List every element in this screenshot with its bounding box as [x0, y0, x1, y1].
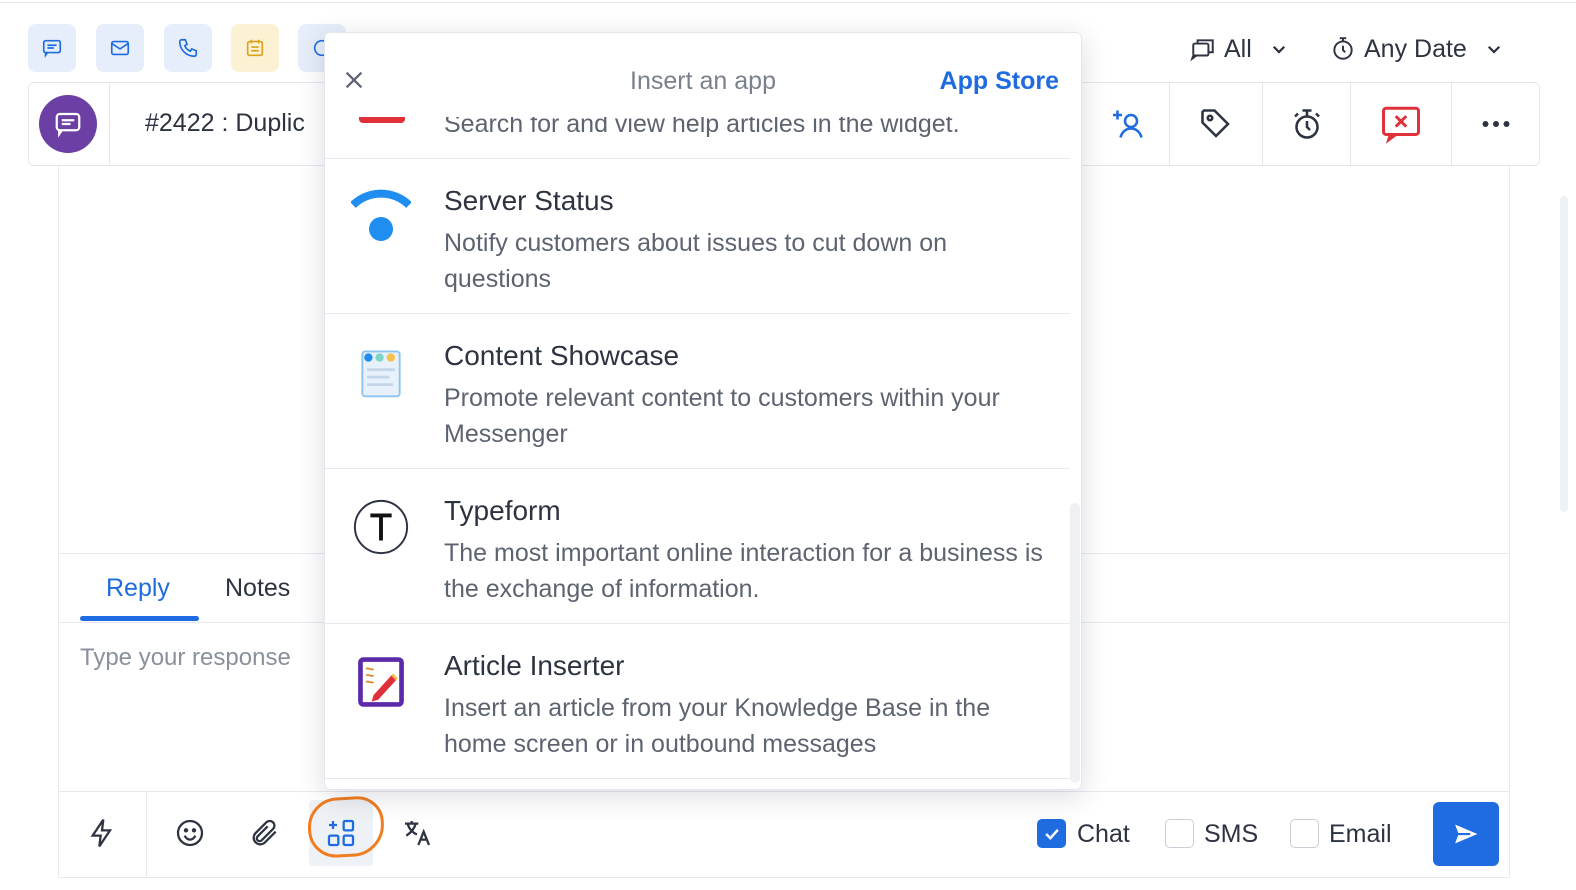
calendar-icon	[246, 39, 264, 57]
avatar[interactable]	[39, 95, 97, 153]
send-button[interactable]	[1433, 802, 1499, 866]
timer-icon	[1333, 37, 1353, 60]
popup-scrollbar[interactable]	[1070, 503, 1080, 783]
popup-header: Insert an app App Store	[325, 33, 1081, 117]
app-store-link[interactable]: App Store	[940, 67, 1059, 96]
translate-button[interactable]	[385, 800, 449, 866]
chat-bubble-icon	[55, 112, 81, 138]
paperclip-icon	[252, 819, 277, 846]
calendar-filter-button[interactable]	[231, 24, 279, 72]
wifi-status-icon	[351, 187, 411, 247]
typeform-icon	[351, 497, 411, 557]
chat-filter-button[interactable]	[28, 24, 76, 72]
app-description: Notify customers about issues to cut dow…	[444, 229, 948, 293]
tab-notes[interactable]: Notes	[225, 574, 290, 603]
phone-filter-button[interactable]	[164, 24, 212, 72]
assign-agent-button[interactable]	[1087, 83, 1169, 165]
help-center-icon	[359, 117, 405, 123]
app-name: Typeform	[444, 495, 561, 526]
email-filter-button[interactable]	[96, 24, 144, 72]
lightning-icon	[90, 819, 113, 847]
email-channel-checkbox[interactable]	[1290, 819, 1319, 848]
more-options-button[interactable]	[1452, 83, 1540, 165]
app-description: Promote relevant content to customers wi…	[444, 384, 1000, 448]
app-list: Search for and view help articles in the…	[325, 33, 1070, 789]
tag-icon	[1201, 109, 1230, 138]
type-filter-label: All	[1224, 34, 1252, 63]
content-showcase-icon	[351, 342, 411, 402]
insert-app-popup: Search for and view help articles in the…	[324, 32, 1082, 790]
toolbar-separator	[146, 792, 147, 878]
app-name: Article Inserter	[444, 650, 625, 681]
check-icon	[1044, 828, 1059, 840]
date-filter-dropdown[interactable]: Any Date	[1330, 30, 1503, 68]
emoji-button[interactable]	[158, 800, 222, 866]
app-name: Server Status	[444, 185, 614, 216]
sms-channel-checkbox[interactable]	[1165, 819, 1194, 848]
more-dots-icon	[1482, 121, 1510, 127]
app-description: The most important online interaction fo…	[444, 539, 1043, 603]
header-divider	[109, 83, 110, 165]
close-chat-icon	[1382, 106, 1420, 144]
chevron-down-icon	[1272, 45, 1285, 54]
app-description: Insert an article from your Knowledge Ba…	[444, 694, 991, 758]
attachment-button[interactable]	[233, 800, 297, 866]
chevron-down-icon	[1487, 45, 1500, 54]
top-divider	[0, 2, 1576, 3]
date-filter-label: Any Date	[1364, 34, 1467, 63]
close-conversation-button[interactable]	[1351, 83, 1451, 165]
quick-actions-button[interactable]	[70, 800, 134, 866]
add-user-icon	[1113, 110, 1143, 138]
chat-icon	[42, 39, 62, 59]
ticket-title: #2422 : Duplic	[145, 109, 305, 137]
stopwatch-icon	[1293, 109, 1320, 139]
conversations-icon	[1190, 39, 1214, 62]
article-inserter-icon	[351, 652, 411, 712]
chat-channel-checkbox[interactable]	[1037, 819, 1066, 848]
smiley-icon	[176, 819, 204, 847]
sms-channel-label: SMS	[1204, 820, 1259, 848]
active-tab-indicator	[80, 616, 199, 621]
list-item[interactable]: Content Showcase Promote relevant conten…	[325, 314, 1070, 469]
send-icon	[1451, 820, 1483, 848]
phone-icon	[178, 38, 198, 58]
app-name: Content Showcase	[444, 340, 680, 371]
tab-reply[interactable]: Reply	[106, 574, 170, 603]
page-scrollbar[interactable]	[1560, 196, 1568, 512]
list-item[interactable]: Article Inserter Insert an article from …	[325, 624, 1070, 779]
email-icon	[110, 40, 130, 56]
list-item[interactable]: Server Status Notify customers about iss…	[325, 159, 1070, 314]
chat-channel-label: Chat	[1077, 820, 1130, 848]
translate-icon	[405, 821, 431, 846]
toolbar-divider	[58, 791, 1510, 792]
snooze-button[interactable]	[1263, 83, 1350, 165]
type-filter-dropdown[interactable]: All	[1190, 30, 1288, 68]
tag-button[interactable]	[1170, 83, 1262, 165]
email-channel-label: Email	[1329, 820, 1392, 848]
list-item[interactable]: Typeform The most important online inter…	[325, 469, 1070, 624]
response-input[interactable]	[80, 644, 320, 672]
